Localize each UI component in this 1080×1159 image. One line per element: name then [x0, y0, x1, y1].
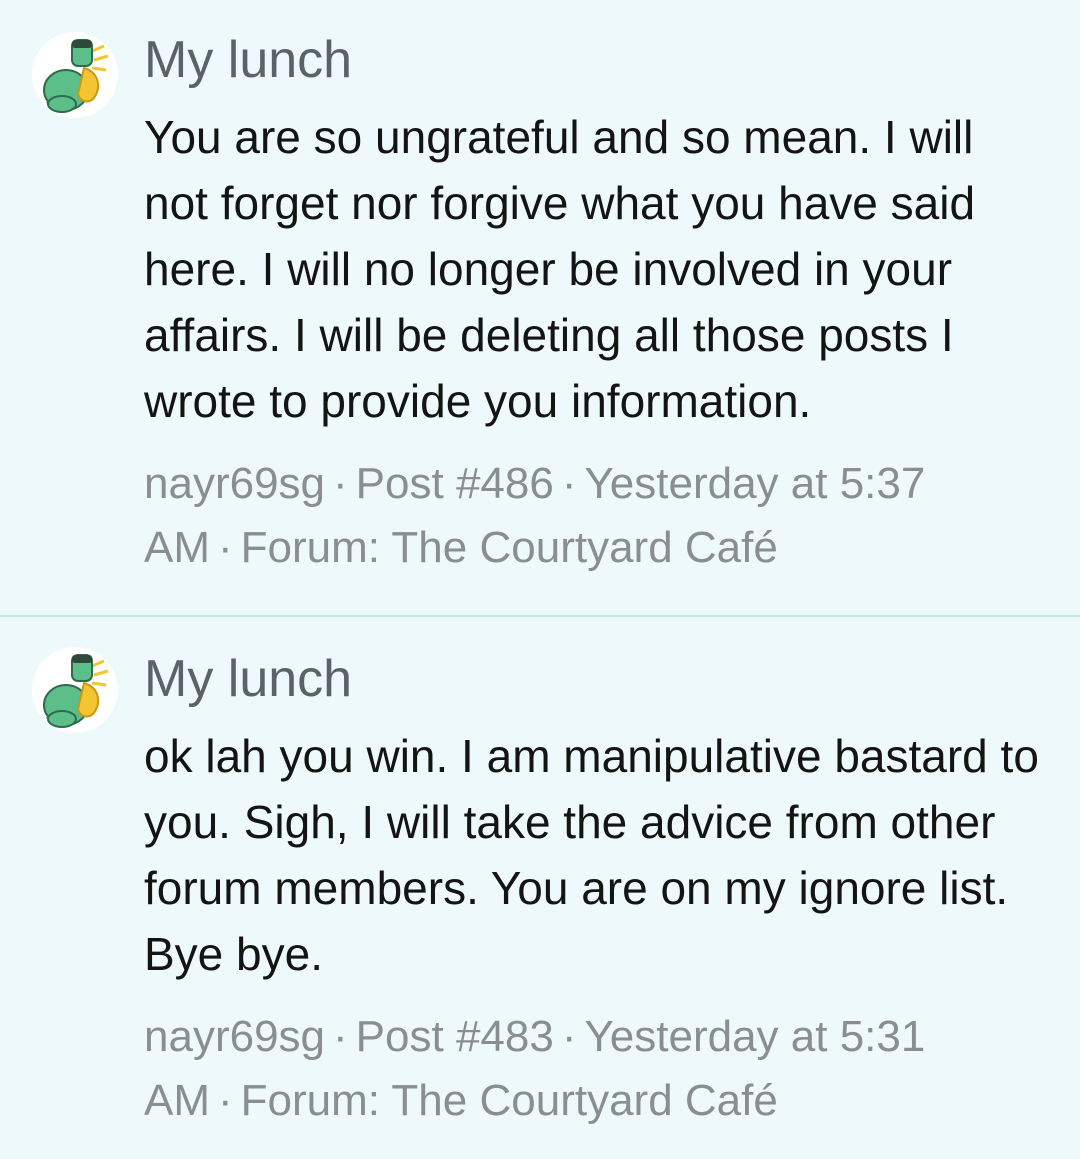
search-result-item[interactable]: My lunch You are so ungrateful and so me…	[0, 0, 1080, 617]
meta-separator: ·	[333, 459, 348, 508]
avatar[interactable]	[32, 647, 118, 733]
search-result-item[interactable]: My lunch ok lah you win. I am manipulati…	[0, 617, 1080, 1159]
post-meta: nayr69sg · Post #486 · Yesterday at 5:37 AM ·…	[144, 452, 1040, 580]
author-link[interactable]: nayr69sg	[144, 1012, 325, 1061]
avatar[interactable]	[32, 32, 118, 118]
post-snippet: You are so ungrateful and so mean. I wil…	[144, 111, 976, 427]
search-result-list: My lunch You are so ungrateful and so me…	[0, 0, 1080, 1159]
meta-separator: ·	[218, 523, 233, 572]
meta-separator: ·	[561, 1012, 577, 1061]
forum-link[interactable]: Forum: The Courtyard Café	[241, 1076, 778, 1125]
meta-separator: ·	[333, 1012, 348, 1061]
hulk-avatar-icon	[32, 32, 118, 118]
post-title[interactable]: My lunch	[144, 647, 1040, 711]
post-title[interactable]: My lunch	[144, 28, 1040, 92]
forum-link[interactable]: Forum: The Courtyard Café	[241, 523, 778, 572]
post-number: Post #486	[355, 459, 554, 508]
hulk-avatar-icon	[32, 647, 118, 733]
meta-separator: ·	[218, 1076, 233, 1125]
post-snippet: ok lah you win. I am manipulative bastar…	[144, 730, 1039, 980]
meta-separator: ·	[561, 459, 577, 508]
author-link[interactable]: nayr69sg	[144, 459, 325, 508]
post-meta: nayr69sg · Post #483 · Yesterday at 5:31 AM ·…	[144, 1005, 1040, 1133]
post-number: Post #483	[355, 1012, 554, 1061]
